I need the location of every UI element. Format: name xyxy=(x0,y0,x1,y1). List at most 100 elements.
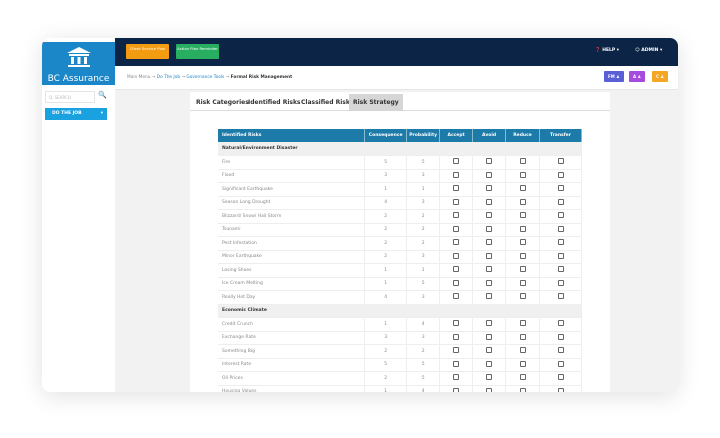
avoid-checkbox[interactable] xyxy=(486,252,493,259)
column-header: Reduce xyxy=(505,129,540,142)
reduce-checkbox[interactable] xyxy=(519,347,526,354)
transfer-checkbox[interactable] xyxy=(557,266,564,273)
consequence-value: 4 xyxy=(364,290,408,305)
reduce-checkbox[interactable] xyxy=(519,320,526,327)
avoid-checkbox[interactable] xyxy=(486,293,493,300)
avoid-checkbox[interactable] xyxy=(486,347,493,354)
crumb-do-the-job[interactable]: Do The Job xyxy=(157,75,180,80)
accept-checkbox[interactable] xyxy=(453,185,460,192)
accept-cell xyxy=(439,182,474,197)
logo[interactable]: BC Assurance xyxy=(42,42,115,85)
probability-value: 1 xyxy=(406,182,441,197)
transfer-cell xyxy=(539,371,582,386)
reduce-cell xyxy=(505,236,540,251)
avoid-checkbox[interactable] xyxy=(486,171,493,178)
transfer-checkbox[interactable] xyxy=(557,239,564,246)
accept-checkbox[interactable] xyxy=(453,252,460,259)
accept-checkbox[interactable] xyxy=(453,279,460,286)
reduce-checkbox[interactable] xyxy=(519,387,526,392)
accept-checkbox[interactable] xyxy=(453,266,460,273)
tab-classified-risks[interactable]: Classified Risks xyxy=(301,94,353,111)
transfer-checkbox[interactable] xyxy=(557,320,564,327)
accept-checkbox[interactable] xyxy=(453,171,460,178)
accept-checkbox[interactable] xyxy=(453,212,460,219)
avoid-checkbox[interactable] xyxy=(486,158,493,165)
reduce-checkbox[interactable] xyxy=(519,225,526,232)
reduce-checkbox[interactable] xyxy=(519,374,526,381)
reduce-checkbox[interactable] xyxy=(519,360,526,367)
accept-checkbox[interactable] xyxy=(453,293,460,300)
admin-menu[interactable]: ☺ ADMIN ▾ xyxy=(635,48,662,53)
avoid-checkbox[interactable] xyxy=(486,212,493,219)
accept-checkbox[interactable] xyxy=(453,374,460,381)
probability-value: 2 xyxy=(406,344,441,359)
reduce-checkbox[interactable] xyxy=(519,198,526,205)
search-icon[interactable]: 🔍 xyxy=(98,91,107,99)
fm-badge-button[interactable]: FM ♟ xyxy=(604,71,624,82)
c-badge-button[interactable]: C ♟ xyxy=(652,71,668,82)
accept-checkbox[interactable] xyxy=(453,347,460,354)
avoid-checkbox[interactable] xyxy=(486,185,493,192)
avoid-checkbox[interactable] xyxy=(486,225,493,232)
reduce-checkbox[interactable] xyxy=(519,158,526,165)
accept-checkbox[interactable] xyxy=(453,360,460,367)
accept-checkbox[interactable] xyxy=(453,198,460,205)
transfer-checkbox[interactable] xyxy=(557,185,564,192)
avoid-checkbox[interactable] xyxy=(486,320,493,327)
accept-checkbox[interactable] xyxy=(453,333,460,340)
transfer-checkbox[interactable] xyxy=(557,374,564,381)
sidebar-item-do-the-job[interactable]: DO THE JOB ▾ xyxy=(45,108,107,120)
reduce-checkbox[interactable] xyxy=(519,171,526,178)
avoid-checkbox[interactable] xyxy=(486,333,493,340)
search-input[interactable]: Q. SEARCH xyxy=(45,91,95,103)
transfer-checkbox[interactable] xyxy=(557,252,564,259)
avoid-checkbox[interactable] xyxy=(486,360,493,367)
tab-identified-risks[interactable]: Identified Risks xyxy=(248,94,301,111)
accept-checkbox[interactable] xyxy=(453,225,460,232)
transfer-checkbox[interactable] xyxy=(557,333,564,340)
tab-risk-categories[interactable]: Risk Categories xyxy=(196,94,249,111)
transfer-checkbox[interactable] xyxy=(557,293,564,300)
avoid-checkbox[interactable] xyxy=(486,279,493,286)
avoid-checkbox[interactable] xyxy=(486,239,493,246)
reduce-checkbox[interactable] xyxy=(519,212,526,219)
reduce-checkbox[interactable] xyxy=(519,252,526,259)
transfer-checkbox[interactable] xyxy=(557,347,564,354)
accept-checkbox[interactable] xyxy=(453,158,460,165)
transfer-checkbox[interactable] xyxy=(557,198,564,205)
avoid-cell xyxy=(472,331,507,345)
transfer-checkbox[interactable] xyxy=(557,158,564,165)
tab-risk-strategy[interactable]: Risk Strategy xyxy=(349,94,403,111)
transfer-checkbox[interactable] xyxy=(557,171,564,178)
crumb-main-menu[interactable]: Main Menu xyxy=(127,75,150,80)
reduce-checkbox[interactable] xyxy=(519,279,526,286)
a-badge-button[interactable]: A ♟ xyxy=(629,71,646,82)
reduce-checkbox[interactable] xyxy=(519,185,526,192)
transfer-checkbox[interactable] xyxy=(557,212,564,219)
column-header: Avoid xyxy=(472,129,507,142)
help-menu[interactable]: ❓ HELP ▾ xyxy=(595,48,619,53)
avoid-checkbox[interactable] xyxy=(486,266,493,273)
crumb-governance-tools[interactable]: Governance Tools xyxy=(186,75,224,80)
accept-checkbox[interactable] xyxy=(453,387,460,392)
avoid-checkbox[interactable] xyxy=(486,198,493,205)
transfer-checkbox[interactable] xyxy=(557,225,564,232)
reduce-checkbox[interactable] xyxy=(519,266,526,273)
avoid-checkbox[interactable] xyxy=(486,374,493,381)
accept-cell xyxy=(439,358,474,372)
action-plan-reminder-button[interactable]: Action Plan Reminder xyxy=(176,44,219,59)
transfer-cell xyxy=(539,317,582,332)
transfer-checkbox[interactable] xyxy=(557,360,564,367)
client-service-plan-button[interactable]: Client Service Plan xyxy=(126,44,169,59)
reduce-checkbox[interactable] xyxy=(519,293,526,300)
reduce-cell xyxy=(505,263,540,278)
reduce-checkbox[interactable] xyxy=(519,239,526,246)
accept-checkbox[interactable] xyxy=(453,239,460,246)
avoid-checkbox[interactable] xyxy=(486,387,493,392)
consequence-value: 5 xyxy=(364,358,408,372)
accept-checkbox[interactable] xyxy=(453,320,460,327)
transfer-checkbox[interactable] xyxy=(557,387,564,392)
transfer-checkbox[interactable] xyxy=(557,279,564,286)
reduce-checkbox[interactable] xyxy=(519,333,526,340)
accept-cell xyxy=(439,371,474,386)
